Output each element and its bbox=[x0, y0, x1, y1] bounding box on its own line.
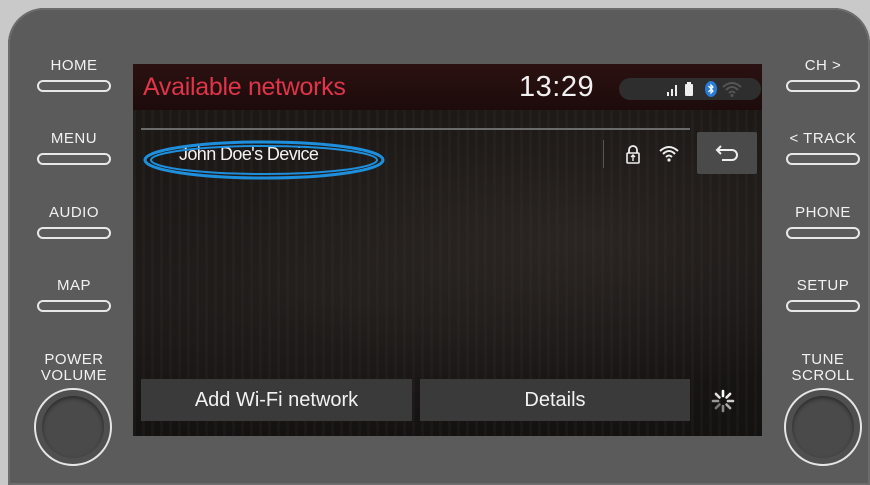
audio-label: AUDIO bbox=[48, 204, 99, 221]
bluetooth-icon bbox=[705, 81, 717, 97]
list-divider bbox=[141, 128, 690, 130]
page-title: Available networks bbox=[143, 73, 346, 101]
menu-label: MENU bbox=[50, 130, 98, 147]
network-name: John Doe's Device bbox=[179, 144, 319, 164]
scroll-label: SCROLL bbox=[791, 367, 855, 384]
track-button[interactable] bbox=[786, 153, 860, 165]
map-button[interactable] bbox=[37, 300, 111, 312]
ch-button[interactable] bbox=[786, 80, 860, 92]
wifi-signal-icon bbox=[659, 146, 679, 162]
home-label: HOME bbox=[50, 57, 98, 74]
setup-button[interactable] bbox=[786, 300, 860, 312]
volume-label: VOLUME bbox=[40, 367, 108, 384]
tune-scroll-knob[interactable] bbox=[784, 388, 862, 466]
details-button[interactable]: Details bbox=[420, 379, 690, 421]
clock: 13:29 bbox=[519, 71, 595, 103]
menu-button[interactable] bbox=[37, 153, 111, 165]
loading-spinner-icon bbox=[711, 389, 735, 413]
title-bar: Available networks 13:29 bbox=[133, 64, 762, 110]
wifi-icon bbox=[722, 82, 742, 97]
back-arrow-icon bbox=[715, 145, 738, 161]
setup-label: SETUP bbox=[796, 277, 850, 294]
home-button[interactable] bbox=[37, 80, 111, 92]
audio-button[interactable] bbox=[37, 227, 111, 239]
phone-button[interactable] bbox=[786, 227, 860, 239]
power-volume-knob[interactable] bbox=[34, 388, 112, 466]
back-button[interactable] bbox=[697, 132, 757, 174]
phone-label: PHONE bbox=[795, 204, 851, 221]
track-label: < TRACK bbox=[789, 130, 857, 147]
signal-icon bbox=[667, 85, 677, 96]
power-label: POWER bbox=[44, 351, 104, 368]
battery-icon bbox=[685, 82, 693, 96]
add-wifi-network-button[interactable]: Add Wi-Fi network bbox=[141, 379, 412, 421]
map-label: MAP bbox=[56, 277, 91, 294]
lock-icon bbox=[626, 145, 640, 164]
display-screen: Available networks 13:29 John Doe's Devi… bbox=[133, 64, 762, 436]
ch-label: CH > bbox=[804, 57, 842, 74]
network-list-item[interactable]: John Doe's Device bbox=[141, 134, 690, 174]
tune-label: TUNE bbox=[801, 351, 845, 368]
